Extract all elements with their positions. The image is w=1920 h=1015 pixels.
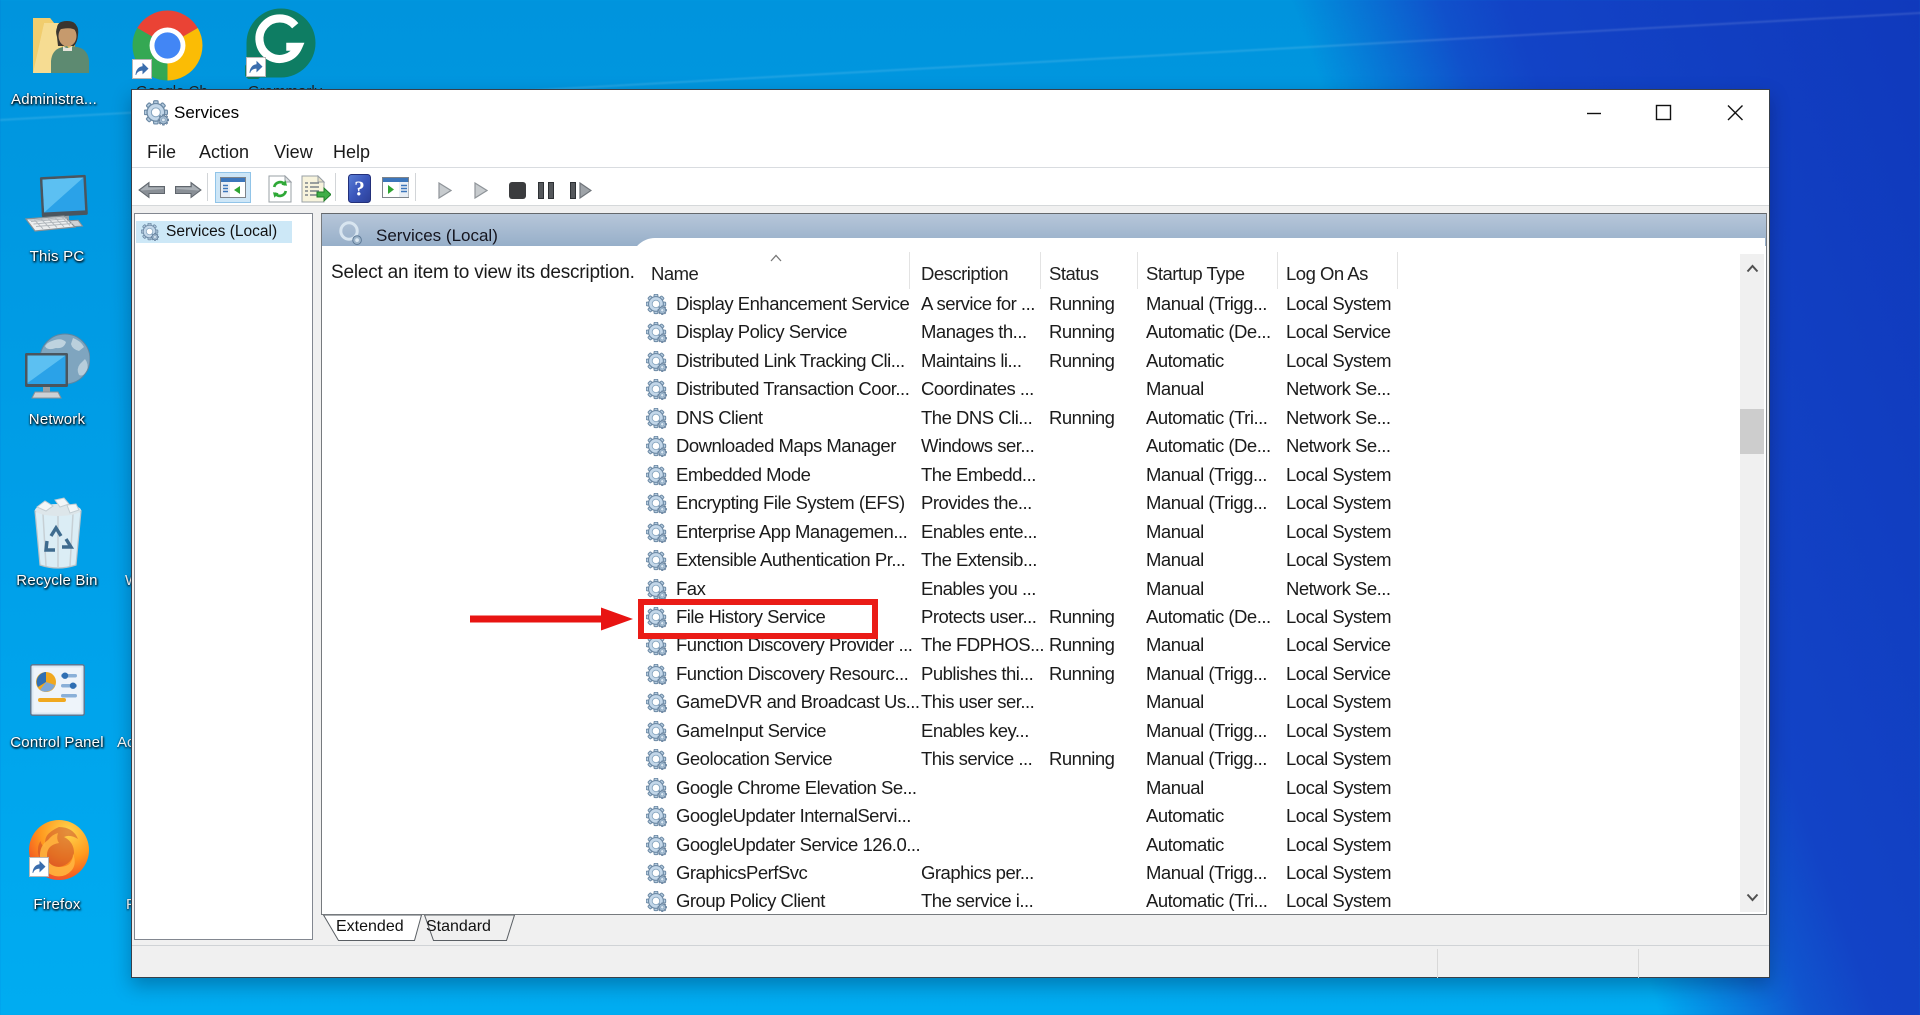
svg-text:?: ? bbox=[354, 177, 365, 201]
